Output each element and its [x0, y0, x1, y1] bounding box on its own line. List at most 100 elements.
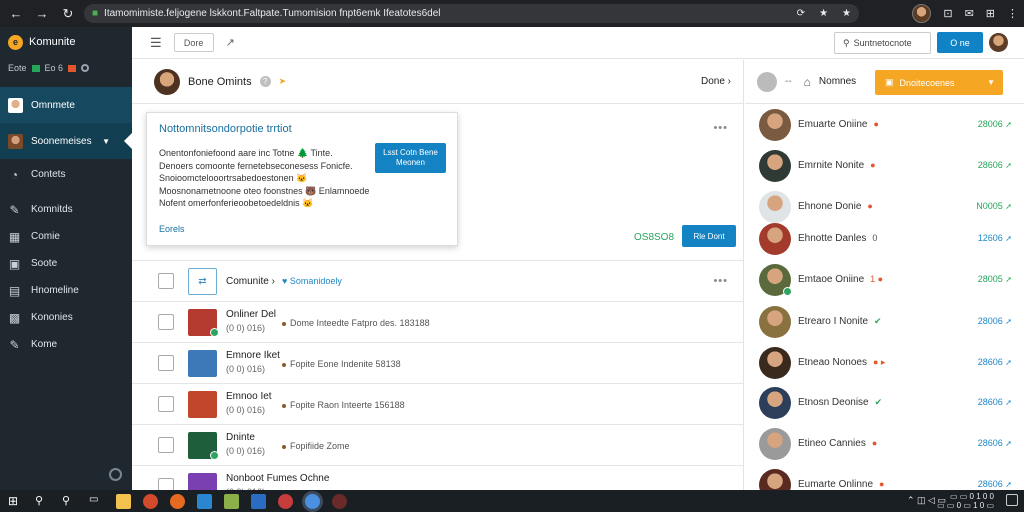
app-icon[interactable]: [224, 493, 239, 509]
brand-logo-icon: e: [8, 34, 23, 50]
sidebar-item-homeline[interactable]: ▤ Hnomeline: [0, 277, 132, 304]
search-input[interactable]: ⚲ Suntnetocnote: [834, 32, 931, 54]
profile-avatar[interactable]: [912, 4, 932, 23]
app-icon[interactable]: [278, 493, 293, 509]
row-title: Emnore Iket: [226, 350, 280, 361]
row-checkbox[interactable]: [158, 437, 174, 453]
done-link[interactable]: Done ›: [701, 76, 731, 87]
sidebar-item-community[interactable]: Soonemeises ▼: [0, 123, 132, 159]
row-title: Onliner Del: [226, 309, 277, 320]
member-item[interactable]: Ehnotte Danles 0 12606 ➚: [745, 218, 1024, 259]
list-item[interactable]: Emnoo Iet (0 0) 016) Fopite Raon Inteert…: [132, 384, 744, 425]
status-icon: ●: [870, 160, 876, 170]
settings-dot-icon[interactable]: [81, 64, 90, 72]
share-icon[interactable]: ⟳: [797, 8, 805, 19]
app-icon[interactable]: [332, 493, 347, 509]
sidebar-item-kononies[interactable]: ▩ Kononies: [0, 304, 132, 331]
more-options-icon[interactable]: •••: [713, 122, 728, 134]
button-label: Dnoitecoenes: [899, 77, 955, 88]
sidebar-item-kome[interactable]: ✎ Kome: [0, 331, 132, 358]
member-item[interactable]: Emtaoe Oniine 1 ● 28005 ➚: [745, 259, 1024, 300]
primary-button[interactable]: O ne: [937, 32, 983, 53]
start-icon[interactable]: ⊞: [8, 494, 23, 509]
row-description: Fopite Raon Inteerte 156188: [282, 400, 405, 410]
list-icon: ▤: [8, 283, 21, 298]
avatar[interactable]: [989, 33, 1008, 52]
bookmark-icon[interactable]: ★: [819, 8, 828, 19]
row-subtitle: (0 0) 016): [226, 446, 266, 456]
row-checkbox[interactable]: [158, 396, 174, 412]
avatar[interactable]: [154, 68, 180, 95]
file-explorer-icon[interactable]: [116, 493, 131, 509]
app-icon[interactable]: [197, 493, 212, 509]
member-item[interactable]: Etneao Nonoes ● ▸ 28606 ➚: [745, 342, 1024, 383]
mail-icon[interactable]: ✉: [965, 7, 974, 20]
member-item[interactable]: Etineo Cannies ● 28606 ➚: [745, 423, 1024, 464]
filter-chip[interactable]: Dore: [173, 33, 214, 52]
heart-icon: ♥: [282, 276, 290, 286]
list-item[interactable]: Dninte (0 0) 016) Fopifiide Zome: [132, 425, 744, 466]
list-item[interactable]: ⇄ Comunite › ♥ Somanidoely •••: [132, 261, 744, 302]
sidebar-item-profile[interactable]: Omnmete: [0, 87, 132, 123]
sidebar-item-contents[interactable]: ◔ Contets: [0, 161, 132, 188]
menu-icon[interactable]: ⋮: [1007, 7, 1018, 20]
popover-link[interactable]: Eorels: [159, 224, 185, 234]
member-name-text: Eumarte Onlinne: [798, 479, 874, 490]
clock[interactable]: ▭ ▭ 0 1 0 0 ▭ ▭ 0 ▭ 1 0 ▭: [937, 492, 994, 510]
home-icon[interactable]: ⌂: [804, 75, 811, 89]
extension-icon[interactable]: ⊡: [943, 7, 952, 20]
member-item[interactable]: Etnosn Deonise ✔ 28606 ➚: [745, 382, 1024, 423]
chrome-icon[interactable]: [305, 493, 320, 509]
row-checkbox[interactable]: [158, 314, 174, 330]
forward-icon[interactable]: →: [34, 6, 50, 22]
member-item[interactable]: Emuarte Oniine ● 28006 ➚: [745, 104, 1024, 145]
taskbar: ⊞ ⚲ ⚲ ▭ ⌃ ◫ ◁ ▭ ▭ ▭ 0 1 0 0 ▭ ▭ 0 ▭ 1 0 …: [0, 490, 1024, 512]
avatar: [759, 150, 791, 182]
row-checkbox[interactable]: [158, 273, 174, 289]
edit-icon[interactable]: ↗: [226, 36, 235, 49]
row-title: Comunite ›: [226, 276, 275, 287]
members-dropdown-button[interactable]: ▣ Dnoitecoenes ▼: [875, 70, 1003, 95]
sidebar-item-label: Kome: [31, 339, 58, 350]
member-item[interactable]: Emrnite Nonite ● 28606 ➚: [745, 145, 1024, 186]
favorite-icon[interactable]: ★: [842, 8, 851, 19]
status-count: Eo 6: [44, 63, 64, 73]
settings-icon[interactable]: [109, 468, 122, 481]
arrow-icon: ➚: [1005, 120, 1012, 129]
help-icon[interactable]: ?: [259, 76, 271, 87]
search-icon[interactable]: ⚲: [62, 494, 77, 509]
member-score: 28006 ➚: [978, 119, 1012, 129]
more-options-icon[interactable]: •••: [713, 275, 728, 287]
chevron-down-icon[interactable]: ▼: [102, 137, 110, 146]
sidebar-item-label: Contets: [31, 169, 66, 180]
list-item[interactable]: Emnore Iket (0 0) 016) Fopite Eone Inden…: [132, 343, 744, 384]
sidebar-item-soote[interactable]: ▣ Soote: [0, 250, 132, 277]
search-icon[interactable]: ⚲: [35, 494, 50, 509]
row-checkbox[interactable]: [158, 355, 174, 371]
row-title: Dninte: [226, 432, 255, 443]
back-icon[interactable]: ←: [8, 6, 24, 22]
member-item[interactable]: Etrearo I Nonite ✔ 28006 ➚: [745, 301, 1024, 342]
calendar-icon: ▣: [885, 77, 894, 87]
search-text: Suntnetocnote: [853, 38, 912, 48]
brand[interactable]: e Komunite: [0, 27, 132, 57]
browser-icon[interactable]: [143, 493, 158, 509]
apps-icon[interactable]: ⊞: [986, 7, 995, 20]
task-view-icon[interactable]: ▭: [89, 494, 104, 509]
address-bar[interactable]: ■ Itamomimiste.feljogene lskkont.Faltpat…: [84, 4, 859, 23]
popover-action-button[interactable]: Lsst Cotn Bene Meonen: [375, 143, 446, 173]
reload-icon[interactable]: ↻: [60, 6, 76, 22]
list-item[interactable]: Onliner Del (0 0) 016) Dome Inteedte Fat…: [132, 302, 744, 343]
hamburger-menu-icon[interactable]: ☰: [150, 35, 162, 51]
members-label: Nomnes: [818, 76, 857, 87]
app-icon[interactable]: [251, 493, 266, 509]
firefox-icon[interactable]: [170, 493, 185, 509]
avatar[interactable]: [757, 71, 777, 92]
row-tag[interactable]: ♥ Somanidoely: [282, 276, 342, 286]
sidebar-item-communities[interactable]: ✎ Komnitds: [0, 196, 132, 223]
arrow-icon: ➚: [1005, 358, 1012, 367]
member-score-value: 12606: [977, 233, 1003, 243]
notification-icon[interactable]: [1006, 494, 1018, 506]
sidebar-item-grid[interactable]: ▦ Comie: [0, 223, 132, 250]
post-action-button[interactable]: Rle Dont: [682, 225, 736, 247]
